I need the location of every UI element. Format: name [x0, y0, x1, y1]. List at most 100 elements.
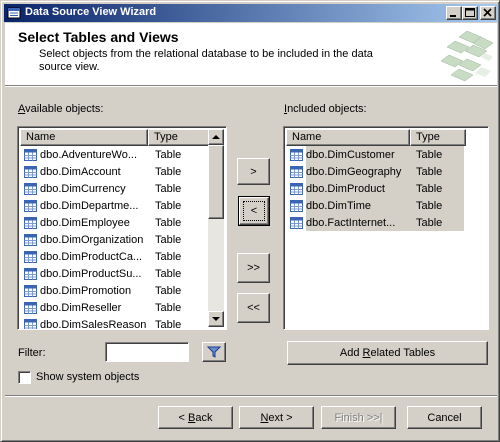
table-icon: [24, 216, 37, 229]
table-icon: [24, 233, 37, 246]
row-type: Table: [416, 165, 443, 178]
finish-button[interactable]: Finish >>|: [321, 406, 396, 429]
column-header-type[interactable]: Type: [148, 129, 210, 146]
list-item[interactable]: dbo.DimOrganization Table: [20, 231, 181, 248]
table-icon: [24, 318, 37, 329]
list-item[interactable]: dbo.DimCurrency Table: [20, 180, 181, 197]
arrow-up-icon: [212, 135, 220, 139]
filter-button[interactable]: [202, 342, 226, 362]
row-name: dbo.DimOrganization: [40, 233, 144, 246]
list-item[interactable]: dbo.DimSalesReason Table: [20, 316, 182, 330]
table-icon: [290, 165, 303, 178]
add-related-tables-button[interactable]: Add Related Tables: [287, 341, 488, 365]
table-icon: [24, 165, 37, 178]
available-rows: dbo.AdventureWo... Table dbo.DimAccount Tab…: [20, 146, 182, 330]
column-header-name[interactable]: Name: [20, 129, 148, 146]
row-type: Table: [416, 182, 443, 195]
row-name: dbo.DimReseller: [40, 301, 122, 314]
row-name: dbo.DimEmployee: [40, 216, 130, 229]
table-icon: [24, 199, 37, 212]
wizard-header: Select Tables and Views Select objects f…: [5, 23, 497, 85]
show-system-objects-checkbox[interactable]: [18, 371, 31, 384]
list-item[interactable]: dbo.DimDepartme... Table: [20, 197, 181, 214]
row-type: Table: [155, 165, 182, 178]
table-icon: [24, 301, 37, 314]
row-type: Table: [155, 216, 182, 229]
wizard-banner-graphic: [440, 30, 494, 82]
row-type: Table: [416, 216, 443, 229]
row-name: dbo.DimCurrency: [40, 182, 126, 195]
cancel-button[interactable]: Cancel: [407, 406, 482, 429]
next-button-label: Next >: [260, 411, 293, 424]
list-item[interactable]: dbo.DimProductSu... Table: [20, 265, 181, 282]
window-title: Data Source View Wizard: [25, 6, 157, 18]
list-item[interactable]: dbo.DimProductCa... Table: [20, 248, 181, 265]
show-system-objects-label: Show system objects: [36, 371, 140, 383]
list-item[interactable]: dbo.DimEmployee Table: [20, 214, 181, 231]
remove-selected-button[interactable]: <: [238, 196, 270, 226]
included-objects-label: Included objects:: [284, 103, 367, 115]
close-icon: [483, 8, 492, 17]
maximize-icon: [465, 8, 475, 17]
row-type: Table: [155, 182, 182, 195]
minimize-icon: [450, 15, 456, 17]
row-name: dbo.DimProductCa...: [40, 250, 143, 263]
list-item[interactable]: dbo.DimPromotion Table: [20, 282, 181, 299]
row-type: Table: [155, 301, 182, 314]
list-item[interactable]: dbo.DimTime Table: [286, 197, 464, 214]
remove-all-button[interactable]: <<: [237, 293, 270, 323]
table-icon: [290, 182, 303, 195]
filter-icon: [207, 346, 221, 358]
add-selected-button[interactable]: >: [237, 158, 270, 185]
row-type: Table: [155, 233, 182, 246]
list-item[interactable]: dbo.DimReseller Table: [20, 299, 181, 316]
scroll-down-button[interactable]: [208, 311, 224, 327]
minimize-button[interactable]: [446, 6, 462, 20]
filter-input[interactable]: [105, 342, 189, 362]
back-button-label: < Back: [178, 411, 213, 424]
row-type: Table: [155, 250, 182, 263]
row-name: dbo.DimTime: [306, 199, 371, 212]
row-type: Table: [155, 318, 182, 330]
available-objects-list[interactable]: Name Type dbo.AdventureWo... Table dbo.Dim…: [17, 126, 227, 330]
available-scrollbar[interactable]: [208, 129, 224, 327]
wizard-window: Data Source View Wizard Select Tables an…: [0, 0, 500, 442]
included-objects-list[interactable]: Name Type dbo.DimCustomer Table dbo.DimGeo…: [283, 126, 489, 330]
scroll-thumb[interactable]: [208, 145, 224, 219]
table-icon: [290, 199, 303, 212]
row-name: dbo.FactInternet...: [306, 216, 396, 229]
add-all-button[interactable]: >>: [237, 253, 270, 283]
list-item[interactable]: dbo.DimCustomer Table: [286, 146, 464, 163]
column-header-name[interactable]: Name: [286, 129, 410, 146]
table-icon: [290, 148, 303, 161]
row-name: dbo.DimSalesReason: [40, 318, 147, 330]
page-title: Select Tables and Views: [18, 29, 179, 45]
close-button[interactable]: [480, 6, 496, 20]
row-type: Table: [155, 199, 182, 212]
title-bar[interactable]: Data Source View Wizard: [4, 4, 498, 22]
row-type: Table: [416, 148, 443, 161]
list-item[interactable]: dbo.DimGeography Table: [286, 163, 464, 180]
column-header-type[interactable]: Type: [410, 129, 466, 146]
row-type: Table: [155, 267, 182, 280]
row-name: dbo.DimProductSu...: [40, 267, 142, 280]
row-name: dbo.DimCustomer: [306, 148, 395, 161]
table-icon: [24, 182, 37, 195]
table-icon: [24, 148, 37, 161]
available-objects-label: Available objects:: [18, 103, 104, 115]
available-list-header: Name Type: [20, 129, 210, 146]
filter-label: Filter:: [18, 347, 46, 359]
list-item[interactable]: dbo.AdventureWo... Table: [20, 146, 181, 163]
next-button[interactable]: Next >: [239, 406, 314, 429]
row-name: dbo.DimProduct: [306, 182, 385, 195]
row-type: Table: [416, 199, 443, 212]
back-button[interactable]: < Back: [158, 406, 233, 429]
list-item[interactable]: dbo.DimAccount Table: [20, 163, 181, 180]
maximize-button[interactable]: [462, 6, 478, 20]
row-type: Table: [155, 148, 182, 161]
table-icon: [24, 284, 37, 297]
list-item[interactable]: dbo.DimProduct Table: [286, 180, 464, 197]
list-item[interactable]: dbo.FactInternet... Table: [286, 214, 464, 231]
table-icon: [24, 267, 37, 280]
scroll-up-button[interactable]: [208, 129, 224, 145]
